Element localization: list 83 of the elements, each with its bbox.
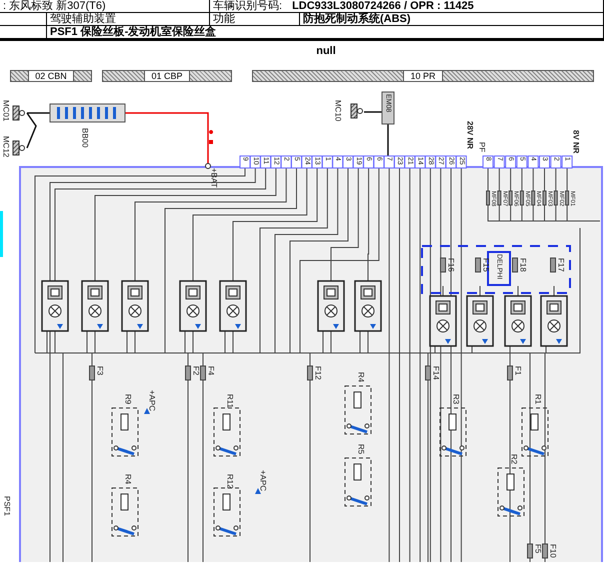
fuse-label: F14 — [432, 366, 440, 380]
connector-bar: 10 PR — [252, 70, 594, 82]
supply-label: +APC — [258, 470, 268, 492]
relay-drawing — [440, 408, 466, 456]
side-marker — [0, 211, 3, 257]
fuse-icon — [440, 258, 446, 272]
valve-drawing — [121, 280, 149, 332]
fuse-icon — [200, 366, 206, 380]
fuse-icon — [508, 190, 513, 206]
terminal-icon — [205, 163, 211, 169]
ground-icon — [350, 104, 363, 118]
fuse-label: F16 — [446, 258, 456, 272]
relay-label: R4 — [356, 372, 366, 382]
relay-label: R1 — [534, 394, 542, 404]
valve-drawing — [317, 280, 345, 332]
valve-drawing — [354, 280, 382, 332]
module-label: 28V NR — [466, 121, 474, 150]
fuse-icon — [89, 366, 95, 380]
relay-label: R12 — [226, 474, 234, 489]
valve-drawing — [504, 295, 532, 347]
ground-label: MC01 — [2, 100, 10, 122]
relay-label: R5 — [356, 444, 366, 454]
arrow-icon — [255, 488, 261, 494]
fuse-icon — [512, 258, 518, 272]
fuse-icon — [507, 366, 513, 380]
valve-drawing — [540, 295, 568, 347]
relay-drawing — [498, 468, 524, 516]
valve-drawing — [41, 280, 69, 332]
relay-label: R3 — [452, 394, 460, 404]
fuse-icon — [486, 190, 490, 206]
fuse-label: F4 — [206, 366, 216, 376]
module-label: 8V NR — [572, 130, 580, 154]
component-cell: PSF1 保险丝板-发动机室保险丝盒 — [46, 25, 604, 39]
relay-drawing — [214, 408, 240, 456]
ground-label: MC12 — [2, 136, 10, 158]
fuse-icon — [550, 258, 556, 272]
valve-drawing — [81, 280, 109, 332]
supply-label: +APC — [148, 390, 156, 412]
relay-drawing — [344, 458, 372, 506]
relay-drawing — [112, 488, 138, 536]
fuse-icon — [531, 190, 536, 206]
arrow-icon — [144, 408, 150, 414]
fuse-label: F2 — [192, 366, 200, 376]
relay-label: R4 — [124, 474, 132, 484]
fuse-label: F17 — [556, 258, 566, 272]
connector-bar: 01 CBP — [102, 70, 232, 82]
relay-drawing — [344, 386, 372, 434]
ground-icon — [12, 140, 25, 156]
fuse-label: F18 — [518, 258, 528, 272]
relay-drawing — [522, 408, 548, 456]
valve-drawing — [466, 295, 494, 347]
fuse-label: F10 — [548, 544, 558, 558]
fuse-icon — [185, 366, 191, 380]
fuse-icon — [554, 190, 558, 206]
fuse-icon — [520, 190, 524, 206]
relay-drawing — [112, 408, 138, 456]
relay-label: R11 — [226, 394, 234, 408]
fuse-label: F12 — [314, 366, 322, 380]
module-label: PF — [478, 142, 486, 152]
fuse-label: F3 — [96, 366, 104, 376]
valve-drawing — [429, 295, 457, 347]
ground-label: MC10 — [334, 100, 342, 122]
fuse-icon — [475, 258, 481, 272]
diagram-caption: null — [315, 44, 337, 59]
connector-bar: 02 CBN — [10, 70, 92, 82]
relay-label: R2 — [510, 454, 518, 464]
fuse-icon — [542, 544, 548, 558]
relay-drawing — [214, 488, 240, 536]
fuse-icon — [527, 544, 533, 558]
fuse-icon — [307, 366, 313, 380]
side-label: PSF1 — [2, 496, 12, 516]
fuse-icon — [565, 190, 570, 206]
relay-label: R9 — [124, 394, 132, 404]
fuse-icon — [497, 190, 502, 206]
terminal-label: +BAT — [210, 168, 218, 188]
fuse-icon — [425, 366, 431, 380]
fuse-label: F1 — [514, 366, 522, 376]
valve-drawing — [219, 280, 247, 332]
valve-drawing — [179, 280, 207, 332]
fuse-label: F5 — [534, 544, 542, 554]
fuse-icon — [542, 190, 546, 206]
battery-label: BB00 — [80, 128, 90, 148]
ground-icon — [12, 106, 25, 120]
